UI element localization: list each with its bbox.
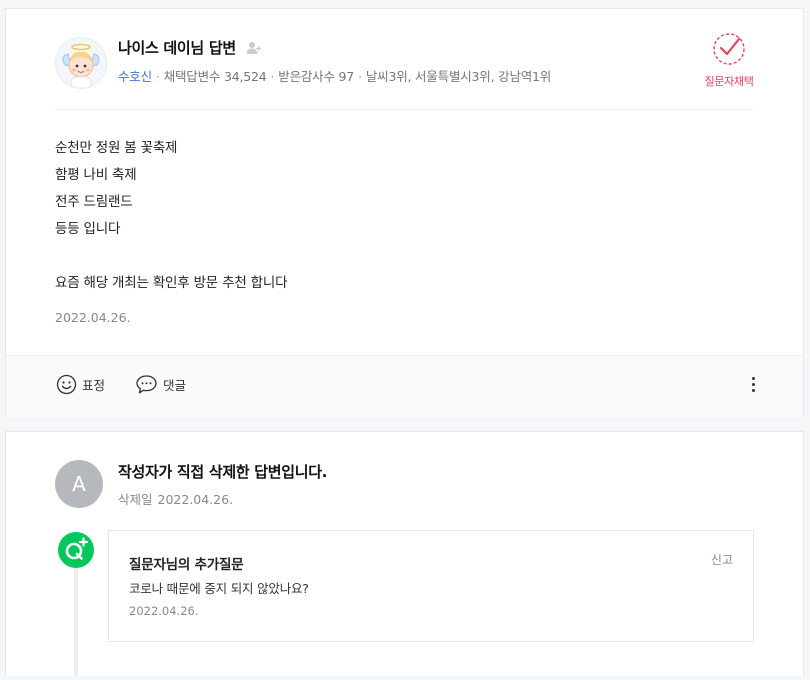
followup-text: 코로나 때문에 중지 되지 않았나요? bbox=[129, 581, 309, 596]
separator-dot: · bbox=[155, 69, 160, 84]
followup-question-badge bbox=[58, 532, 94, 568]
answer-line bbox=[55, 243, 287, 270]
author-name-row: 나이스 데이님 답변 bbox=[118, 37, 262, 58]
author-name[interactable]: 나이스 데이님 답변 bbox=[118, 37, 236, 58]
more-options-icon[interactable] bbox=[750, 374, 756, 396]
answer-line: 함평 나비 축제 bbox=[55, 167, 137, 183]
separator-dot: · bbox=[270, 69, 275, 84]
answer-actions-bar: 표정 댓글 bbox=[6, 355, 803, 417]
deleted-date-row: 삭제일 2022.04.26. bbox=[118, 489, 233, 508]
answer-line: 순천만 정원 봄 꽃축제 bbox=[55, 140, 178, 156]
author-grade[interactable]: 수호신 bbox=[118, 69, 152, 84]
answer-body: 순천만 정원 봄 꽃축제 함평 나비 축제 전주 드림랜드 등등 입니다 요즘 … bbox=[55, 135, 287, 297]
followup-date: 2022.04.26. bbox=[129, 604, 199, 618]
separator-dot: · bbox=[358, 69, 362, 84]
speech-bubble-icon bbox=[136, 375, 157, 394]
emoji-reaction-button[interactable]: 표정 bbox=[56, 374, 105, 395]
author-rankings: 날씨3위, 서울특별시3위, 강남역1위 bbox=[365, 69, 552, 84]
followup-title: 질문자님의 추가질문 bbox=[129, 557, 244, 573]
answer-line: 요즘 해당 개최는 확인후 방문 추천 합니다 bbox=[55, 275, 288, 291]
thanks-count: 받은감사수 97 bbox=[278, 69, 355, 84]
comment-button[interactable]: 댓글 bbox=[135, 374, 186, 395]
answer-line: 전주 드림랜드 bbox=[55, 194, 133, 210]
deleted-date-value: 2022.04.26. bbox=[157, 492, 234, 507]
emoji-label: 표정 bbox=[82, 378, 106, 393]
adopted-badge: 질문자채택 bbox=[699, 31, 759, 89]
add-friend-icon[interactable] bbox=[246, 41, 262, 55]
answer-line: 등등 입니다 bbox=[55, 221, 121, 237]
author-avatar[interactable] bbox=[55, 37, 107, 89]
default-avatar: A bbox=[55, 460, 103, 508]
answer-date: 2022.04.26. bbox=[55, 310, 131, 325]
adopted-label: 질문자채택 bbox=[704, 75, 754, 88]
smile-icon bbox=[56, 374, 77, 395]
followup-question-box: 질문자님의 추가질문 신고 코로나 때문에 중지 되지 않았나요? 2022.0… bbox=[108, 530, 754, 642]
comment-label: 댓글 bbox=[163, 378, 187, 393]
author-meta: 수호신 · 채택답변수 34,524 · 받은감사수 97 · 날씨3위, 서울특별시3위,… bbox=[118, 66, 551, 85]
adopted-count: 채택답변수 34,524 bbox=[163, 69, 267, 84]
deleted-answer-card: A 작성자가 직접 삭제한 답변입니다. 삭제일 2022.04.26. 질문자님… bbox=[5, 431, 804, 676]
angel-avatar-icon bbox=[56, 38, 106, 88]
header-divider bbox=[55, 109, 754, 110]
q-plus-icon bbox=[65, 537, 89, 560]
adopted-check-icon bbox=[713, 33, 745, 65]
answer-card: 나이스 데이님 답변 수호신 · 채택답변수 34,524 · 받은감사수 97 · 날씨3… bbox=[5, 8, 804, 417]
deleted-answer-title: 작성자가 직접 삭제한 답변입니다. bbox=[118, 463, 328, 481]
report-button[interactable]: 신고 bbox=[711, 551, 733, 568]
deleted-date-label: 삭제일 bbox=[118, 492, 153, 507]
